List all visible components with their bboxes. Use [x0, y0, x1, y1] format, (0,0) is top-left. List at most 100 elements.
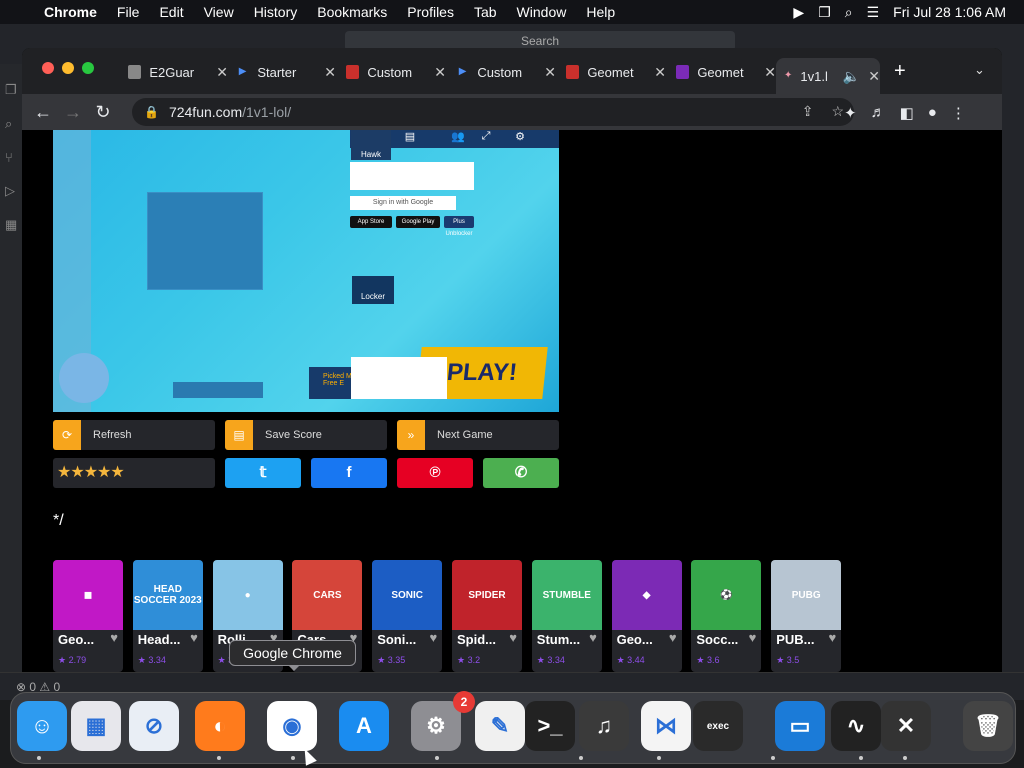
close-tab-icon[interactable]: ✕ [654, 64, 666, 81]
extensions-icon[interactable]: ▦ [5, 217, 22, 233]
textedit-icon[interactable]: ✎ [475, 701, 525, 751]
game-card[interactable]: PUBG PUB... ♥ ★ 3.5 [771, 560, 842, 672]
exec-icon[interactable]: exec [693, 701, 743, 751]
share-icon[interactable]: ⇪ [802, 103, 814, 120]
unblocker-badge[interactable]: Plus Unblocker [444, 216, 474, 237]
terminal-icon[interactable]: >_ [525, 701, 575, 751]
profile-avatar-icon[interactable]: ● [928, 104, 937, 122]
app-store-icon[interactable]: A [339, 701, 389, 751]
menu-app-name[interactable]: Chrome [44, 4, 97, 20]
favorite-heart-icon[interactable]: ♥ [589, 630, 597, 645]
game-card[interactable]: ◆ Geo... ♥ ★ 3.44 [611, 560, 682, 672]
close-tab-icon[interactable]: ✕ [324, 64, 336, 81]
play-circle-icon[interactable]: ▶ [793, 4, 804, 21]
game-joystick[interactable] [59, 353, 109, 403]
game-card[interactable]: SPIDER Spid... ♥ ★ 3.2 [452, 560, 522, 672]
game-thumbnail[interactable]: STUMBLE [531, 560, 602, 630]
menu-bookmarks[interactable]: Bookmarks [317, 4, 387, 20]
tab-7[interactable]: ✦ 1v1.l 🔈 ✕ [776, 58, 880, 94]
game-frame[interactable]: Hawk ▤ 👥 ⤢ ⚙ Sign in with Google App Sto… [53, 130, 559, 412]
locker-button[interactable]: Locker [352, 276, 394, 304]
safari-icon[interactable]: ⊘ [129, 701, 179, 751]
menu-history[interactable]: History [254, 4, 298, 20]
source-control-icon[interactable]: ⑂ [5, 150, 22, 165]
settings-gear-icon[interactable]: ⚙ [509, 130, 531, 146]
activity-monitor-icon[interactable]: ∿ [831, 701, 881, 751]
refresh-button[interactable]: ⟳ Refresh [53, 420, 215, 450]
debug-icon[interactable]: ▷ [5, 183, 22, 199]
menu-file[interactable]: File [117, 4, 140, 20]
facebook-share-button[interactable]: f [311, 458, 387, 488]
close-tab-icon[interactable]: ✕ [216, 64, 228, 81]
side-panel-icon[interactable]: ◧ [900, 104, 914, 122]
tab-6[interactable]: Geomet ✕ [668, 58, 776, 86]
game-card[interactable]: ⚽ Socc... ♥ ★ 3.6 [691, 560, 762, 672]
tab-1[interactable]: E2Guar ✕ [120, 58, 228, 86]
whatsapp-share-button[interactable]: ✆ [483, 458, 559, 488]
game-card[interactable]: HEAD SOCCER 2023 Head... ♥ ★ 3.34 [132, 560, 203, 672]
forward-button[interactable]: → [58, 102, 88, 123]
menu-view[interactable]: View [204, 4, 234, 20]
game-card[interactable]: STUMBLE Stum... ♥ ★ 3.34 [531, 560, 602, 672]
extensions-puzzle-icon[interactable]: ✦ [844, 104, 857, 122]
friends-icon[interactable]: 👥 [447, 130, 469, 146]
search-icon[interactable]: ⌕ [5, 116, 22, 132]
game-thumbnail[interactable]: ◼ [53, 560, 123, 630]
launchpad-icon[interactable]: ▦ [71, 701, 121, 751]
finder-icon[interactable]: ☺ [17, 701, 67, 751]
instruments-icon[interactable]: ✕ [881, 701, 931, 751]
game-avatar[interactable]: Hawk [351, 130, 391, 160]
back-button[interactable]: ← [28, 102, 58, 123]
game-thumbnail[interactable]: HEAD SOCCER 2023 [132, 560, 203, 630]
lock-icon[interactable]: 🔒 [144, 105, 159, 119]
trash-icon[interactable]: 🗑 [963, 701, 1013, 751]
fullscreen-icon[interactable]: ⤢ [475, 130, 497, 146]
media-queue-icon[interactable]: ♬ [871, 104, 886, 122]
close-tab-icon[interactable]: ✕ [434, 64, 446, 81]
close-tab-icon[interactable]: ✕ [544, 64, 556, 81]
tab-search-chevron-icon[interactable]: ⌄ [974, 62, 985, 78]
bookmark-star-icon[interactable]: ☆ [831, 103, 844, 120]
vscode-icon[interactable]: ⋈ [641, 701, 691, 751]
menu-window[interactable]: Window [517, 4, 567, 20]
favorite-heart-icon[interactable]: ♥ [429, 630, 437, 645]
tab-5[interactable]: Geomet ✕ [558, 58, 666, 86]
favorite-heart-icon[interactable]: ♥ [110, 630, 118, 645]
favorite-heart-icon[interactable]: ♥ [828, 630, 836, 645]
control-center-icon[interactable]: ☰ [867, 4, 880, 21]
reload-button[interactable]: ↻ [88, 102, 118, 123]
game-thumbnail[interactable]: ⚽ [691, 560, 762, 630]
garageband-icon[interactable]: ♫ [579, 701, 629, 751]
spotlight-search-icon[interactable]: ⌕ [845, 4, 853, 21]
favorite-heart-icon[interactable]: ♥ [509, 630, 517, 645]
keynote-icon[interactable]: ▭ [775, 701, 825, 751]
files-icon[interactable]: ❐ [5, 82, 22, 98]
favorite-heart-icon[interactable]: ♥ [190, 630, 198, 645]
game-thumbnail[interactable]: SPIDER [452, 560, 522, 630]
close-tab-icon[interactable]: ✕ [764, 64, 776, 81]
kebab-menu-icon[interactable]: ⋮ [951, 104, 966, 122]
menu-profiles[interactable]: Profiles [407, 4, 454, 20]
tab-audio-icon[interactable]: 🔈 [843, 68, 860, 85]
tab-4[interactable]: ▶ Custom ✕ [448, 58, 556, 86]
next-game-button[interactable]: » Next Game [397, 420, 559, 450]
pinterest-share-button[interactable]: ℗ [397, 458, 473, 488]
address-bar[interactable]: 🔒 724fun.com/1v1-lol/ ⇪ ☆ [132, 98, 854, 126]
menu-help[interactable]: Help [586, 4, 615, 20]
twitter-share-button[interactable]: 𝕥 [225, 458, 301, 488]
favorite-heart-icon[interactable]: ♥ [749, 630, 757, 645]
chrome-icon[interactable]: ◉ [267, 701, 317, 751]
save-score-button[interactable]: ▤ Save Score [225, 420, 387, 450]
google-play-badge[interactable]: Google Play [396, 216, 440, 228]
google-sign-in-button[interactable]: Sign in with Google [350, 196, 456, 210]
minimize-window-button[interactable] [62, 62, 74, 74]
game-card[interactable]: ◼ Geo... ♥ ★ 2.79 [53, 560, 123, 672]
game-card[interactable]: SONIC Soni... ♥ ★ 3.35 [372, 560, 443, 672]
system-settings-icon[interactable]: ⚙ [411, 701, 461, 751]
firefox-icon[interactable]: ◐ [195, 701, 245, 751]
tab-3[interactable]: Custom ✕ [338, 58, 446, 86]
rating-stars[interactable]: ★★★★★ [53, 458, 215, 488]
zoom-window-button[interactable] [82, 62, 94, 74]
close-tab-icon[interactable]: ✕ [868, 68, 880, 85]
screen-mirror-icon[interactable]: ❐ [818, 4, 831, 21]
